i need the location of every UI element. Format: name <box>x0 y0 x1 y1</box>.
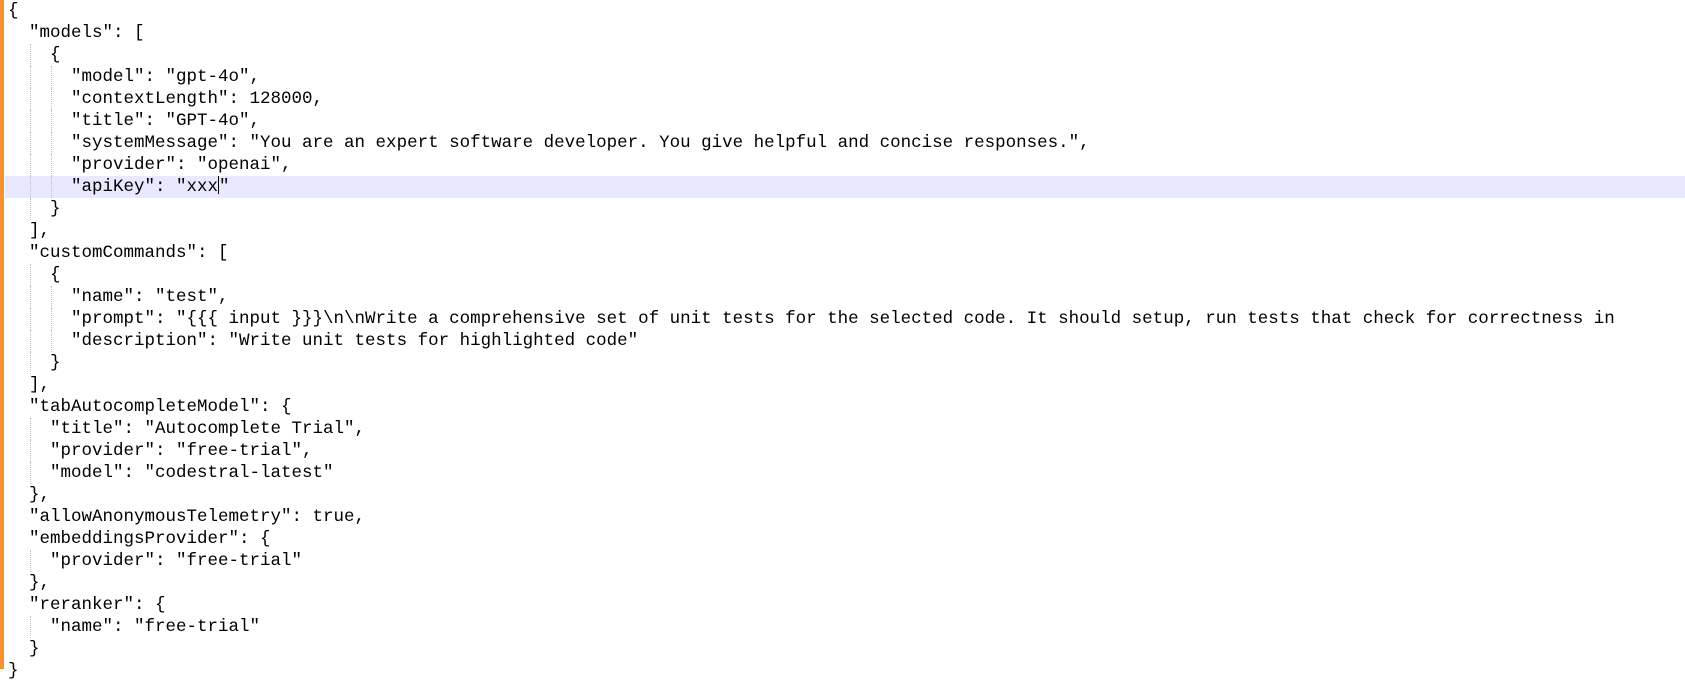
code-line-28: "reranker": { <box>5 594 1685 616</box>
code-text: } <box>8 661 19 681</box>
code-text: "title": "Autocomplete Trial", <box>8 419 366 439</box>
code-line-12: "customCommands": [ <box>5 242 1685 264</box>
code-line-11: ], <box>5 220 1685 242</box>
code-text: "reranker": { <box>8 595 166 615</box>
indent-guide <box>30 462 31 484</box>
indent-guide <box>30 616 31 638</box>
code-text: } <box>8 199 61 219</box>
indent-guide <box>30 198 31 220</box>
code-text: "model": "gpt-4o", <box>8 67 261 87</box>
code-editor[interactable]: { "models": [ { "model": "gpt-4o", "cont… <box>0 0 1685 699</box>
code-line-14: "name": "test", <box>5 286 1685 308</box>
indent-guide <box>30 286 31 308</box>
code-line-31: } <box>5 660 1685 682</box>
code-line-27: }, <box>5 572 1685 594</box>
indent-guide <box>30 418 31 440</box>
code-text: "tabAutocompleteModel": { <box>8 397 292 417</box>
indent-guide <box>30 66 31 88</box>
code-text: "provider": "free-trial", <box>8 441 313 461</box>
indent-guide <box>51 308 52 330</box>
indent-guide <box>30 154 31 176</box>
code-line-4: "model": "gpt-4o", <box>5 66 1685 88</box>
indent-guide <box>30 264 31 286</box>
indent-guide <box>30 88 31 110</box>
indent-guide <box>51 286 52 308</box>
indent-guide <box>51 132 52 154</box>
indent-guide <box>30 330 31 352</box>
code-text: }, <box>8 485 51 505</box>
code-text: } <box>8 639 40 659</box>
code-text: "provider": "free-trial" <box>8 551 303 571</box>
code-line-18: ], <box>5 374 1685 396</box>
code-line-29: "name": "free-trial" <box>5 616 1685 638</box>
code-text: "description": "Write unit tests for hig… <box>8 331 639 351</box>
code-text: { <box>8 45 61 65</box>
code-text: "contextLength": 128000, <box>8 89 324 109</box>
code-line-23: }, <box>5 484 1685 506</box>
indent-guide <box>51 110 52 132</box>
code-text-after-cursor: " <box>219 177 230 197</box>
code-text: "embeddingsProvider": { <box>8 529 271 549</box>
indent-guide <box>30 132 31 154</box>
indent-guide <box>51 66 52 88</box>
text-area[interactable]: { "models": [ { "model": "gpt-4o", "cont… <box>5 0 1685 699</box>
code-line-8: "provider": "openai", <box>5 154 1685 176</box>
indent-guide <box>51 154 52 176</box>
indent-guide <box>30 110 31 132</box>
code-text: "customCommands": [ <box>8 243 229 263</box>
indent-guide <box>30 440 31 462</box>
code-text: "systemMessage": "You are an expert soft… <box>8 133 1090 153</box>
code-text: "name": "free-trial" <box>8 617 261 637</box>
code-line-22: "model": "codestral-latest" <box>5 462 1685 484</box>
code-line-2: "models": [ <box>5 22 1685 44</box>
code-line-19: "tabAutocompleteModel": { <box>5 396 1685 418</box>
code-text: }, <box>8 573 51 593</box>
indent-guide <box>30 352 31 374</box>
code-line-20: "title": "Autocomplete Trial", <box>5 418 1685 440</box>
code-text: } <box>8 353 61 373</box>
code-line-5: "contextLength": 128000, <box>5 88 1685 110</box>
code-text: { <box>8 265 61 285</box>
code-text: "title": "GPT-4o", <box>8 111 261 131</box>
code-line-25: "embeddingsProvider": { <box>5 528 1685 550</box>
indent-guide <box>30 44 31 66</box>
code-text: "models": [ <box>8 23 145 43</box>
code-text: "apiKey": "xxx <box>8 177 219 197</box>
code-text: "model": "codestral-latest" <box>8 463 334 483</box>
code-text: ], <box>8 221 51 241</box>
code-line-7: "systemMessage": "You are an expert soft… <box>5 132 1685 154</box>
code-text: "prompt": "{{{ input }}}\n\nWrite a comp… <box>8 309 1615 329</box>
code-line-15: "prompt": "{{{ input }}}\n\nWrite a comp… <box>5 308 1685 330</box>
indent-guide <box>30 550 31 572</box>
code-line-30: } <box>5 638 1685 660</box>
indent-guide <box>51 330 52 352</box>
code-line-24: "allowAnonymousTelemetry": true, <box>5 506 1685 528</box>
code-line-6: "title": "GPT-4o", <box>5 110 1685 132</box>
indent-guide <box>30 176 31 198</box>
code-line-17: } <box>5 352 1685 374</box>
indent-guide <box>51 88 52 110</box>
change-marker-bar <box>0 0 4 669</box>
indent-guide <box>30 308 31 330</box>
code-text: "allowAnonymousTelemetry": true, <box>8 507 366 527</box>
code-line-1: { <box>8 1 19 21</box>
indent-guide <box>51 176 52 198</box>
code-line-21: "provider": "free-trial", <box>5 440 1685 462</box>
code-line-3: { <box>5 44 1685 66</box>
code-line-10: } <box>5 198 1685 220</box>
code-text: ], <box>8 375 51 395</box>
current-line: "apiKey": "xxx" <box>5 176 1685 198</box>
code-text: "name": "test", <box>8 287 229 307</box>
code-line-16: "description": "Write unit tests for hig… <box>5 330 1685 352</box>
code-line-26: "provider": "free-trial" <box>5 550 1685 572</box>
code-line-13: { <box>5 264 1685 286</box>
